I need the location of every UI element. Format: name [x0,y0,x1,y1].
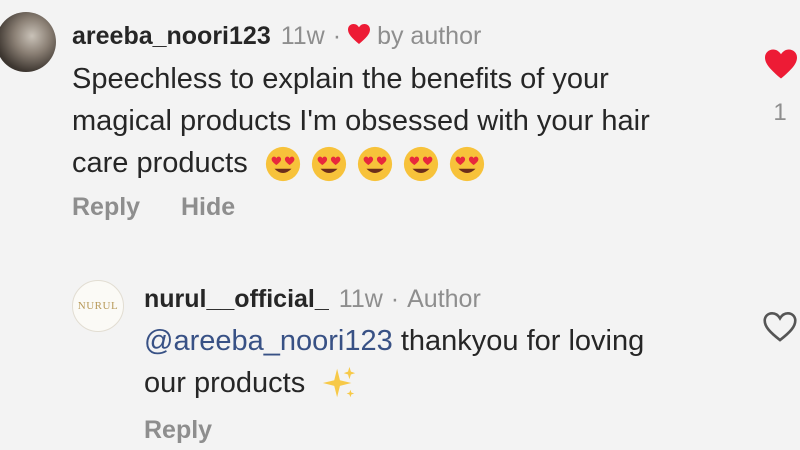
reply-username[interactable]: nurul__official_ [144,285,329,314]
reply-text-line2: our products [144,367,306,399]
liked-by-author-heart-icon [347,23,371,50]
filled-heart-icon[interactable] [763,48,799,80]
commenter-avatar[interactable] [0,12,56,72]
reply-button[interactable]: Reply [72,193,140,222]
comment-username[interactable]: areeba_noori123 [72,22,271,51]
comment-text: Speechless to explain the benefits of yo… [72,58,712,184]
reply-text-line1: thankyou for loving [400,325,645,357]
author-badge: Author [407,284,481,313]
heart-eyes-emoji-icon [311,147,346,182]
comment-header: areeba_noori123 11w · by author [72,20,481,52]
reply-header: nurul__official_ 11w · Author [144,283,481,315]
comment-time: 11w [280,21,325,50]
liked-by-author-label: by author [377,21,482,50]
reply-time: 11w [338,284,383,313]
emoji-group [256,147,486,182]
outline-heart-icon[interactable] [762,311,798,343]
nurul-logo-text: NURUL [77,300,119,312]
heart-eyes-emoji-icon [357,147,392,182]
comment-like-column: 1 [760,48,800,127]
hide-button[interactable]: Hide [181,193,235,222]
comment-like-count: 1 [773,99,787,126]
meta-separator: · [332,21,342,50]
mention-link[interactable]: @areeba_noori123 [144,325,393,357]
heart-eyes-emoji-icon [265,147,300,182]
sparkles-emoji-icon [323,367,356,398]
heart-eyes-emoji-icon [449,147,484,182]
reply-meta-separator: · [390,284,400,313]
reply-text: @areeba_noori123 thankyou for loving our… [144,320,724,404]
reply-reply-button[interactable]: Reply [144,416,212,445]
reply-avatar[interactable]: NURUL [72,280,124,332]
heart-eyes-emoji-icon [403,147,438,182]
